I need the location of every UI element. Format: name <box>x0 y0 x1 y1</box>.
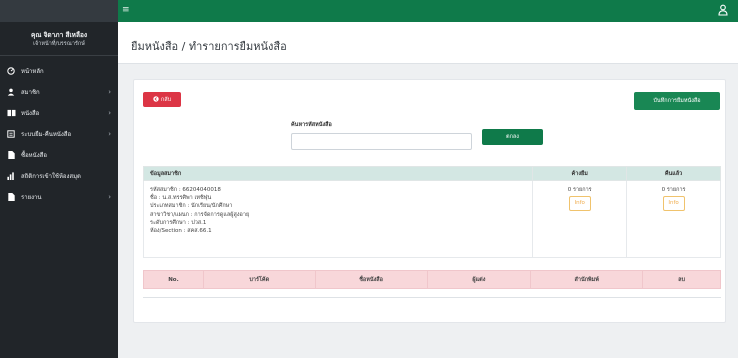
sidebar-item-books[interactable]: หนังสือ › <box>0 102 118 123</box>
member-details: รหัสสมาชิก : 66204040018 ชื่อ : น.ส.ทรรศ… <box>142 180 534 258</box>
save-borrow-button[interactable]: บันทึกการยืมหนังสือ <box>634 92 720 110</box>
col-publisher: สำนักพิมพ์ <box>530 270 644 289</box>
bar-chart-icon <box>6 171 16 180</box>
search-label: ค้นหารหัสหนังสือ <box>291 122 332 128</box>
borrowed-header: ค้างยืม <box>532 166 628 181</box>
back-button-label: กลับ <box>160 96 172 103</box>
sidebar-item-reports[interactable]: รายงาน › <box>0 186 118 207</box>
hamburger-icon[interactable]: ≡ <box>122 5 130 15</box>
sidebar-brand <box>0 0 118 22</box>
member-type: ประเภทสมาชิก : นักเรียน/นักศึกษา <box>150 203 233 210</box>
chevron-right-icon: › <box>108 87 111 96</box>
chevron-right-icon: › <box>108 192 111 201</box>
col-delete: ลบ <box>642 270 721 289</box>
book-icon <box>6 109 16 117</box>
member-section: ห้อง/Section : สคส.66.1 <box>150 228 212 235</box>
returned-count: 0 รายการ <box>661 187 686 193</box>
page-title: ยืมหนังสือ / ทำรายการยืมหนังสือ <box>131 40 287 53</box>
sidebar-item-label: สมาชิก <box>21 88 40 96</box>
page-header: ยืมหนังสือ / ทำรายการยืมหนังสือ <box>118 22 738 64</box>
member-name: ชื่อ : น.ส.ทรรศิพา เทชิฬุน <box>150 195 212 202</box>
dashboard-icon <box>6 66 16 75</box>
sidebar-item-label: ซื้อหนังสือ <box>21 151 47 159</box>
sidebar-item-label: หน้าหลัก <box>21 67 44 75</box>
back-button[interactable]: กลับ <box>143 92 181 107</box>
sidebar-user-role: เจ้าหน้าที่/บรรณารักษ์ <box>33 41 85 47</box>
sidebar-item-members[interactable]: สมาชิก › <box>0 81 118 102</box>
member-info-header: ข้อมูลสมาชิก <box>142 166 534 181</box>
search-submit-button[interactable]: ตกลง <box>482 129 543 145</box>
top-navbar: ≡ <box>118 0 738 22</box>
back-arrow-icon <box>153 95 159 104</box>
user-icon <box>6 88 16 96</box>
file-icon <box>6 150 16 159</box>
col-no: No. <box>143 270 204 289</box>
user-icon[interactable] <box>718 4 728 16</box>
returned-header: คืนแล้ว <box>626 166 721 181</box>
member-level: ระดับการศึกษา : ปวส.1 <box>150 219 207 226</box>
chevron-right-icon: › <box>108 108 111 117</box>
sidebar: คุณ จิดาภา สีเหลือง เจ้าหน้าที่/บรรณารัก… <box>0 0 118 358</box>
sidebar-item-borrow-return[interactable]: ระบบยืม-คืนหนังสือ › <box>0 123 118 144</box>
sidebar-user-name: คุณ จิดาภา สีเหลือง <box>30 31 88 39</box>
sidebar-item-buy-books[interactable]: ซื้อหนังสือ <box>0 144 118 165</box>
borrowed-count: 0 รายการ <box>567 187 592 193</box>
sidebar-item-label: รายงาน <box>21 193 42 201</box>
borrowed-cell: 0 รายการ Info <box>532 180 628 258</box>
borrow-card: กลับ บันทึกการยืมหนังสือ ค้นหารหัสหนังสื… <box>133 79 726 323</box>
app: คุณ จิดาภา สีเหลือง เจ้าหน้าที่/บรรณารัก… <box>0 0 738 358</box>
member-department: สาขาวิชา/แผนก : การจัดการดูแลผู้สูงอายุ <box>150 211 250 218</box>
col-barcode: บาร์โค้ด <box>202 270 316 289</box>
sidebar-item-label: ระบบยืม-คืนหนังสือ <box>21 130 72 138</box>
book-code-search-input[interactable] <box>291 133 472 150</box>
sidebar-item-home[interactable]: หน้าหลัก <box>0 60 118 81</box>
sidebar-item-label: หนังสือ <box>21 109 40 117</box>
sidebar-item-label: สถิติการเข้าใช้ห้องสมุด <box>21 172 81 180</box>
member-info-table: ข้อมูลสมาชิก ค้างยืม คืนแล้ว รหัสสมาชิก … <box>142 166 721 258</box>
book-table-empty-divider <box>143 297 721 298</box>
sidebar-item-statistics[interactable]: สถิติการเข้าใช้ห้องสมุด <box>0 165 118 186</box>
file-icon <box>6 192 16 201</box>
returned-cell: 0 รายการ Info <box>626 180 721 258</box>
col-title: ชื่อหนังสือ <box>314 270 428 289</box>
borrowed-info-button[interactable]: Info <box>568 196 591 211</box>
member-id: รหัสสมาชิก : 66204040018 <box>150 187 221 193</box>
borrow-books-table: No. บาร์โค้ด ชื่อหนังสือ ผู้แต่ง สำนักพิ… <box>143 270 721 289</box>
sidebar-user-panel: คุณ จิดาภา สีเหลือง เจ้าหน้าที่/บรรณารัก… <box>0 22 118 56</box>
returned-info-button[interactable]: Info <box>662 196 685 211</box>
exchange-icon <box>6 129 16 138</box>
chevron-right-icon: › <box>108 129 111 138</box>
col-author: ผู้แต่ง <box>426 270 532 289</box>
sidebar-menu: หน้าหลัก สมาชิก › หนังสือ › ระบบยืม-คืนห… <box>0 56 118 207</box>
